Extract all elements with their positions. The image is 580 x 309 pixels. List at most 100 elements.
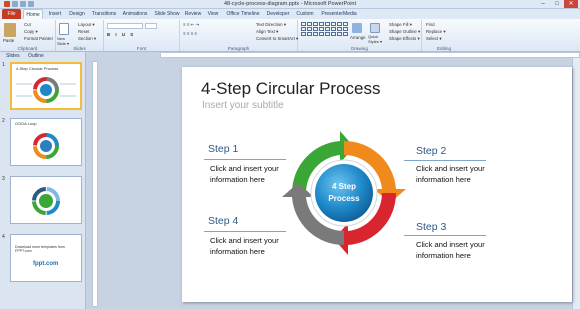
editing-group-label: Editing <box>436 46 452 51</box>
thumbnail-number: 2 <box>2 118 5 124</box>
quick-styles-button[interactable]: Quick Styles ▾ <box>368 34 386 44</box>
step-4-label[interactable]: Step 4 <box>208 215 238 227</box>
tab-developer[interactable]: Developer <box>264 9 292 19</box>
title-bar: 48-cycle-process-diagram.pptx - Microsof… <box>0 0 580 9</box>
drawing-group-label: Drawing <box>351 46 368 51</box>
paste-label[interactable]: Paste <box>3 38 14 43</box>
step-1-label[interactable]: Step 1 <box>208 143 238 155</box>
tab-presentermedia[interactable]: PresenterMedia <box>318 9 360 19</box>
thumbnail-cycle-graphic <box>33 133 59 159</box>
font-group-label: Font <box>136 46 147 51</box>
step-4-line <box>204 231 286 232</box>
slides-group-label: Slides <box>73 46 86 51</box>
cycle-diagram[interactable]: 4 Step Process <box>282 131 406 255</box>
thumbnail-cycle-graphic <box>16 77 76 103</box>
drawing-group: Arrange Quick Styles ▾ Shape Fill ▾ Shap… <box>298 20 422 51</box>
list-buttons[interactable]: ≡ ≡ ⇤ ⇥ <box>183 22 199 28</box>
vertical-ruler <box>92 61 98 307</box>
slides-pane: Slides Outline 1 4-Step Circular Process… <box>0 52 86 309</box>
align-text-button[interactable]: Align Text ▾ <box>256 29 278 35</box>
shape-effects-button[interactable]: Shape Effects ▾ <box>389 36 420 42</box>
center-label-line-2: Process <box>328 194 360 203</box>
tab-insert[interactable]: Insert <box>45 9 65 19</box>
tab-home[interactable]: Home <box>23 9 43 19</box>
tab-slide-show[interactable]: Slide Show <box>152 9 182 19</box>
shapes-gallery[interactable] <box>301 22 348 36</box>
new-slide-icon[interactable] <box>59 23 69 35</box>
step-2-label[interactable]: Step 2 <box>416 145 446 157</box>
find-button[interactable]: Find <box>426 22 435 27</box>
editing-group: Find Replace ▾ Select ▾ Editing <box>422 20 466 51</box>
tab-office-timeline[interactable]: Office Timeline <box>223 9 263 19</box>
window-controls: – □ ✕ <box>536 0 578 8</box>
copy-button[interactable]: Copy ▾ <box>24 29 38 35</box>
minimize-button[interactable]: – <box>536 0 550 8</box>
thumbnail-number: 1 <box>2 62 5 68</box>
slide-canvas[interactable]: 4-Step Circular Process Insert your subt… <box>182 67 572 302</box>
ribbon-tabs: File Home Insert Design Transitions Anim… <box>0 9 580 19</box>
step-2-text[interactable]: Click and insert your information here <box>416 164 496 185</box>
slide-subtitle[interactable]: Insert your subtitle <box>202 100 284 111</box>
quick-styles-icon[interactable] <box>370 23 380 33</box>
font-group: B I U S Font <box>104 20 180 51</box>
new-slide-label[interactable]: New Slide ▾ <box>57 36 73 46</box>
text-direction-button[interactable]: Text Direction ▾ <box>256 22 286 28</box>
font-size-combo[interactable] <box>145 23 157 29</box>
slide-thumbnail-1[interactable]: 4-Step Circular Process <box>10 62 82 110</box>
step-3-line <box>404 235 486 236</box>
close-button[interactable]: ✕ <box>564 0 578 8</box>
replace-button[interactable]: Replace ▾ <box>426 29 446 35</box>
slide-thumbnail-2[interactable]: OODA Loop <box>10 118 82 166</box>
thumbnail-title: Download more templates from FPPT.com <box>15 245 65 253</box>
shape-outline-button[interactable]: Shape Outline ▾ <box>389 29 420 35</box>
cut-button[interactable]: Cut <box>24 22 31 27</box>
tab-transitions[interactable]: Transitions <box>89 9 119 19</box>
section-button[interactable]: Section ▾ <box>78 36 96 42</box>
ribbon: Paste Cut Copy ▾ Format Painter Clipboar… <box>0 19 580 52</box>
format-painter-button[interactable]: Format Painter <box>24 36 53 41</box>
vertical-scrollbar[interactable] <box>572 58 580 309</box>
tab-custom[interactable]: Custom <box>293 9 317 19</box>
select-button[interactable]: Select ▾ <box>426 36 442 42</box>
tab-slides[interactable]: Slides <box>6 52 20 60</box>
tab-view[interactable]: View <box>204 9 222 19</box>
reset-button[interactable]: Reset <box>78 29 89 34</box>
layout-button[interactable]: Layout ▾ <box>78 22 95 28</box>
step-1-line <box>204 159 286 160</box>
center-label-line-1: 4 Step <box>331 182 356 191</box>
clipboard-group: Paste Cut Copy ▾ Format Painter Clipboar… <box>0 20 56 51</box>
tab-review[interactable]: Review <box>183 9 203 19</box>
font-format-buttons[interactable]: B I U S <box>107 32 135 37</box>
step-3-text[interactable]: Click and insert your information here <box>416 240 496 261</box>
step-2-line <box>404 160 486 161</box>
paragraph-group-label: Paragraph <box>227 46 250 51</box>
paragraph-group: ≡ ≡ ⇤ ⇥ ≡ ≡ ≡ ≡ Text Direction ▾ Align T… <box>180 20 298 51</box>
slide-thumbnail-4[interactable]: Download more templates from FPPT.com fp… <box>10 234 82 282</box>
thumbnail-number: 4 <box>2 234 5 240</box>
thumbnail-cycle-graphic <box>32 187 60 215</box>
align-buttons[interactable]: ≡ ≡ ≡ ≡ <box>183 31 197 36</box>
step-1-text[interactable]: Click and insert your information here <box>210 164 290 185</box>
tab-animations[interactable]: Animations <box>120 9 150 19</box>
tab-design[interactable]: Design <box>66 9 88 19</box>
clipboard-group-label: Clipboard <box>17 46 38 51</box>
maximize-button[interactable]: □ <box>550 0 564 8</box>
thumbnail-number: 3 <box>2 176 5 182</box>
arrange-icon[interactable] <box>352 23 362 33</box>
shape-fill-button[interactable]: Shape Fill ▾ <box>389 22 412 28</box>
convert-smartart-button[interactable]: Convert to SmartArt ▾ <box>256 36 298 42</box>
slides-group: New Slide ▾ Layout ▾ Reset Section ▾ Sli… <box>56 20 104 51</box>
pane-tabs: Slides Outline <box>0 52 86 60</box>
window-title: 48-cycle-process-diagram.pptx - Microsof… <box>223 1 357 7</box>
fppt-logo: fppt.com <box>33 261 59 267</box>
slide-title[interactable]: 4-Step Circular Process <box>201 79 381 99</box>
step-3-label[interactable]: Step 3 <box>416 221 446 233</box>
tab-outline[interactable]: Outline <box>28 52 44 60</box>
step-4-text[interactable]: Click and insert your information here <box>210 236 290 257</box>
font-name-combo[interactable] <box>107 23 143 29</box>
paste-icon[interactable] <box>4 23 16 37</box>
slide-thumbnail-3[interactable] <box>10 176 82 224</box>
tab-file[interactable]: File <box>2 9 21 19</box>
arrange-button[interactable]: Arrange <box>350 35 366 40</box>
horizontal-ruler <box>160 52 580 58</box>
